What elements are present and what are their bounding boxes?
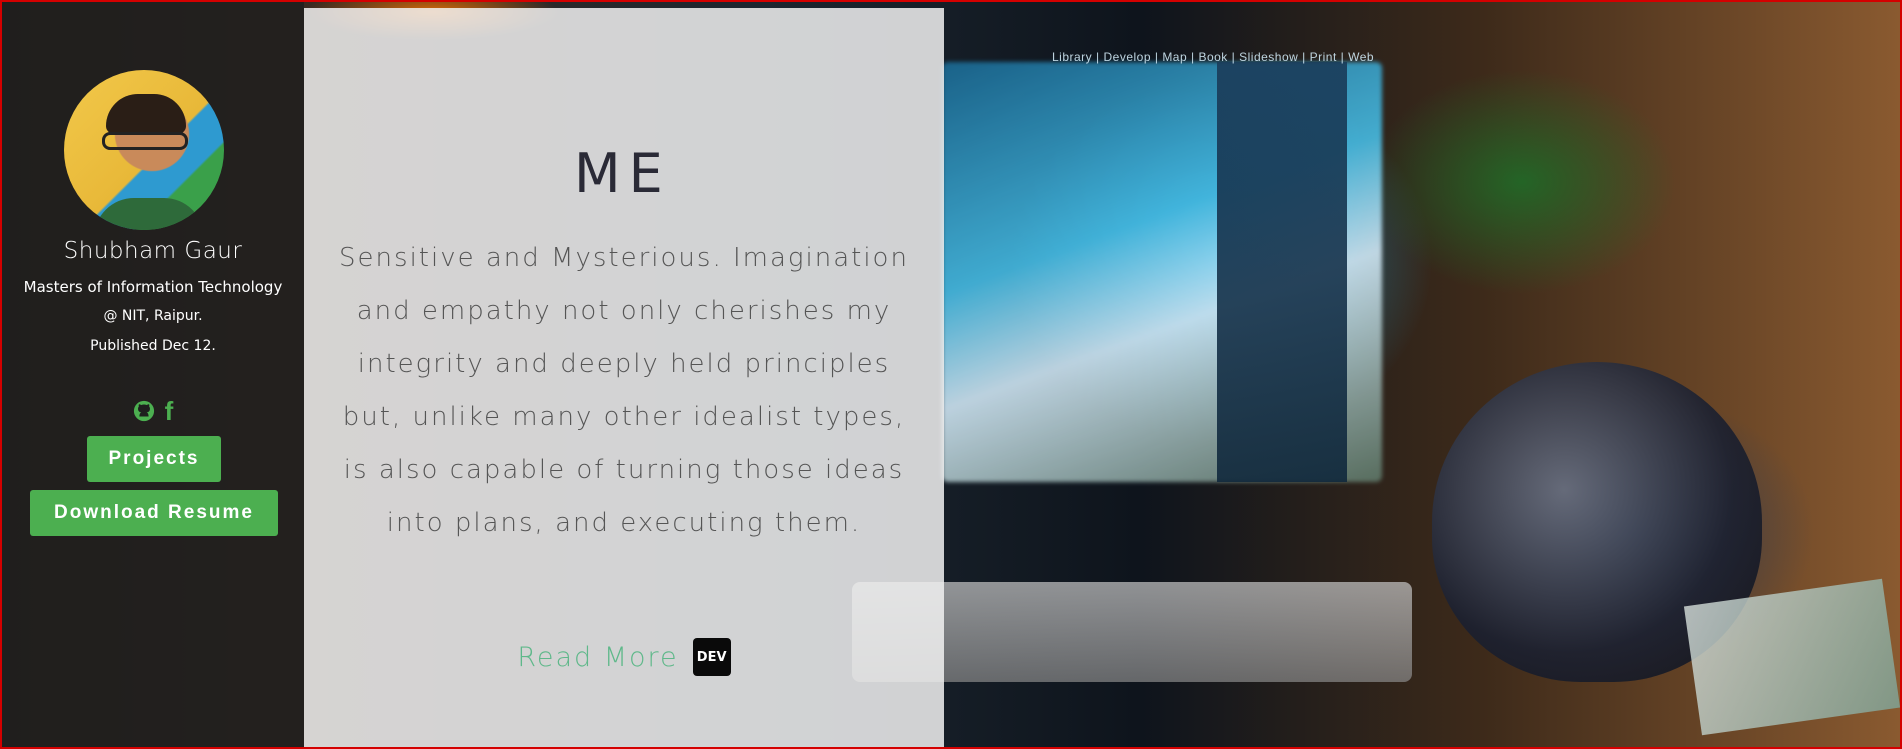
background-app-nav: Library | Develop | Map | Book | Slidesh… [1052, 50, 1374, 64]
nav-separator: | [1151, 50, 1163, 64]
background-nav-item: Web [1348, 50, 1375, 64]
read-more-link[interactable]: Read More [517, 642, 678, 673]
profile-sidebar: Shubham Gaur Masters of Information Tech… [2, 2, 304, 747]
card-title: ME [574, 142, 671, 205]
download-resume-button[interactable]: Download Resume [30, 490, 278, 536]
nav-separator: | [1187, 50, 1199, 64]
bio-text: Sensitive and Mysterious. Imagination an… [339, 243, 909, 538]
profile-published-date: Published Dec 12. [90, 338, 216, 354]
background-nav-item: Slideshow [1239, 50, 1299, 64]
avatar-shirt [94, 198, 204, 230]
background-box [1683, 578, 1900, 736]
background-nav-item: Book [1198, 50, 1228, 64]
avatar [64, 70, 224, 230]
background-nav-item: Develop [1103, 50, 1152, 64]
profile-name: Shubham Gaur [63, 238, 243, 264]
background-nav-item: Map [1162, 50, 1188, 64]
avatar-glasses [102, 132, 188, 150]
profile-degree: Masters of Information Technology [23, 278, 283, 296]
avatar-hair [106, 94, 186, 134]
nav-separator: | [1298, 50, 1310, 64]
nav-separator: | [1336, 50, 1349, 64]
dev-badge-icon[interactable]: DEV [692, 638, 731, 676]
nav-separator: | [1227, 50, 1240, 64]
background-nav-item: Print [1309, 50, 1337, 64]
facebook-icon[interactable]: f [165, 396, 174, 427]
github-icon[interactable] [133, 400, 155, 422]
page-frame: Library | Develop | Map | Book | Slidesh… [0, 0, 1902, 749]
projects-button[interactable]: Projects [87, 436, 221, 482]
nav-separator: | [1092, 50, 1104, 64]
background-nav-item: Library [1052, 50, 1093, 64]
background-editor-panel [1217, 62, 1347, 482]
read-more-row: Read More DEV [304, 638, 944, 676]
about-card: ME Sensitive and Mysterious. Imagination… [304, 8, 944, 747]
social-links: f [2, 396, 304, 427]
profile-institute: @ NIT, Raipur. [103, 308, 203, 324]
